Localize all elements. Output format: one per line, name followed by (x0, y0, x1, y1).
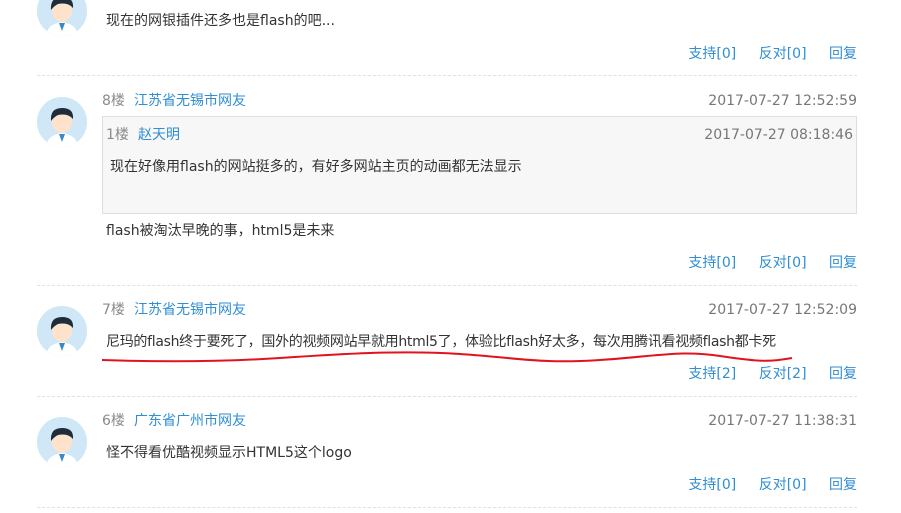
comment-list: 现在的网银插件还多也是flash的吧... 支持[0] 反对[0] 回复 8楼 … (0, 0, 901, 513)
comment-time: 2017-07-27 12:52:59 (708, 93, 857, 109)
support-button[interactable]: 支持[0] (688, 477, 736, 493)
avatar[interactable] (37, 0, 87, 36)
avatar[interactable] (37, 306, 87, 356)
divider (37, 75, 857, 76)
floor-number: 6楼 (102, 413, 125, 429)
user-avatar-icon (37, 306, 87, 356)
quote-floor-number: 1楼 (106, 127, 129, 143)
support-button[interactable]: 支持[0] (688, 255, 736, 271)
comment-actions: 支持[0] 反对[0] 回复 (670, 253, 857, 273)
support-button[interactable]: 支持[0] (688, 46, 736, 62)
quote-user-link[interactable]: 赵天明 (138, 125, 180, 145)
comment-time: 2017-07-27 12:52:09 (708, 302, 857, 318)
quote-time: 2017-07-27 08:18:46 (704, 127, 853, 143)
divider (37, 396, 857, 397)
reply-button[interactable]: 回复 (829, 255, 857, 271)
comment-actions: 支持[0] 反对[0] 回复 (670, 475, 857, 495)
user-avatar-icon (37, 0, 87, 36)
quote-text: 现在好像用flash的网站挺多的，有好多网站主页的动画都无法显示 (110, 159, 522, 175)
comment-text: 怪不得看优酷视频显示HTML5这个logo (106, 445, 352, 461)
reply-button[interactable]: 回复 (829, 366, 857, 382)
oppose-button[interactable]: 反对[0] (759, 46, 807, 62)
reply-button[interactable]: 回复 (829, 477, 857, 493)
divider (37, 285, 857, 286)
oppose-button[interactable]: 反对[0] (759, 477, 807, 493)
user-avatar-icon (37, 417, 87, 467)
comment-actions: 支持[0] 反对[0] 回复 (670, 44, 857, 64)
floor-number: 7楼 (102, 302, 125, 318)
support-button[interactable]: 支持[2] (688, 366, 736, 382)
reply-button[interactable]: 回复 (829, 46, 857, 62)
oppose-button[interactable]: 反对[0] (759, 255, 807, 271)
floor-number: 8楼 (102, 93, 125, 109)
comment-time: 2017-07-27 11:38:31 (708, 413, 857, 429)
user-avatar-icon (37, 97, 87, 147)
avatar[interactable] (37, 97, 87, 147)
avatar[interactable] (37, 417, 87, 467)
comment-text: 现在的网银插件还多也是flash的吧... (106, 13, 335, 29)
user-link[interactable]: 广东省广州市网友 (134, 411, 246, 431)
comment-actions: 支持[2] 反对[2] 回复 (670, 364, 857, 384)
divider (37, 507, 857, 508)
oppose-button[interactable]: 反对[2] (759, 366, 807, 382)
user-link[interactable]: 江苏省无锡市网友 (134, 300, 246, 320)
comment-text: flash被淘汰早晚的事，html5是未来 (106, 223, 335, 239)
user-link[interactable]: 江苏省无锡市网友 (134, 91, 246, 111)
